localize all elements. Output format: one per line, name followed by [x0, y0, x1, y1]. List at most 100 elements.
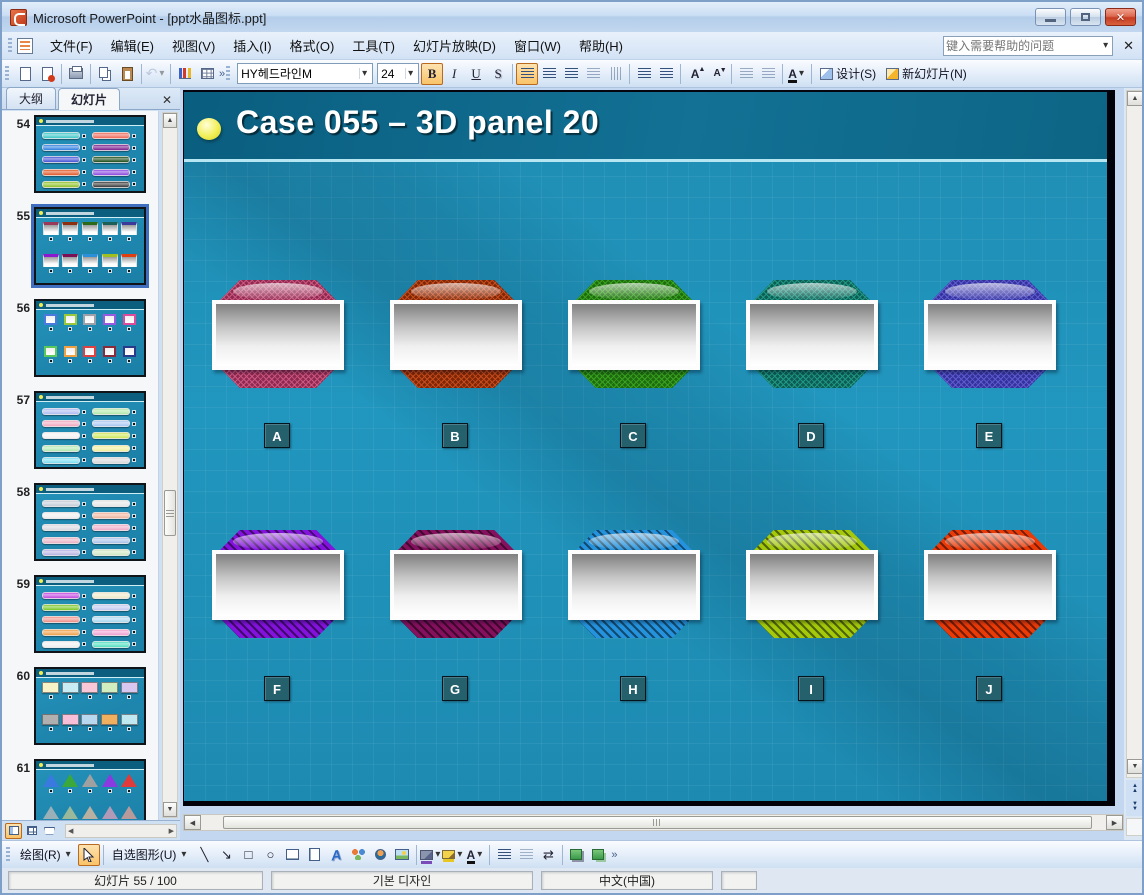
vertical-text-button[interactable]	[604, 63, 626, 85]
bold-button[interactable]: B	[421, 62, 444, 85]
dash-style-button[interactable]	[515, 844, 537, 866]
design-button[interactable]: 设计(S)	[815, 63, 881, 85]
panel-3d-C[interactable]	[568, 280, 700, 388]
menubar-close-icon[interactable]: ✕	[1123, 38, 1134, 54]
scroll-left-icon[interactable]: ◀	[68, 827, 73, 835]
autoshapes-button[interactable]: 自选图形(U) ▾	[107, 844, 194, 866]
tab-outline[interactable]: 大纲	[6, 87, 57, 109]
increase-indent-button[interactable]	[757, 63, 779, 85]
restore-button[interactable]	[1070, 8, 1101, 26]
panel-3d-G[interactable]	[390, 530, 522, 638]
menu-item-3[interactable]: 插入(I)	[224, 33, 280, 58]
line-style-button[interactable]	[493, 844, 515, 866]
scroll-down-icon[interactable]: ▼	[1127, 759, 1142, 774]
vertical-text-box-button[interactable]	[303, 844, 325, 866]
panel-3d-A[interactable]	[212, 280, 344, 388]
minimize-button[interactable]	[1035, 8, 1066, 26]
font-name-dropdown-icon[interactable]: ▾	[359, 68, 369, 79]
vertical-scroll-track[interactable]: ▲ ▼	[1126, 90, 1142, 778]
3d-style-button[interactable]	[588, 844, 610, 866]
slide-thumbnail-56[interactable]	[34, 299, 146, 377]
horizontal-scroll-thumb[interactable]	[223, 816, 1092, 829]
slide-thumbnail-58[interactable]	[34, 483, 146, 561]
slide-sorter-button[interactable]	[23, 823, 40, 839]
menu-item-8[interactable]: 帮助(H)	[570, 33, 632, 58]
tab-slides[interactable]: 幻灯片	[58, 88, 121, 110]
toolbar-grip[interactable]	[5, 65, 9, 82]
italic-button[interactable]: I	[443, 63, 465, 85]
font-color-dropdown-icon[interactable]: ▾	[797, 68, 806, 79]
toolbar-overflow-icon[interactable]: »	[610, 849, 618, 861]
fill-color-button[interactable]: ▾	[420, 844, 442, 866]
panel-3d-F[interactable]	[212, 530, 344, 638]
vertical-scrollbar[interactable]: ▲ ▼ ▲ ▲ ▼ ▼	[1124, 88, 1142, 840]
horizontal-scrollbar[interactable]: ◀ ▶	[183, 814, 1124, 831]
decrease-font-button[interactable]: A ▼	[706, 63, 728, 85]
slide-thumbnail-60[interactable]	[34, 667, 146, 745]
slide-thumbnail-61[interactable]	[34, 759, 146, 820]
text-box-button[interactable]	[281, 844, 303, 866]
select-objects-button[interactable]	[77, 843, 100, 866]
print-button[interactable]	[65, 63, 87, 85]
scroll-down-icon[interactable]: ▼	[163, 802, 177, 817]
scroll-right-icon[interactable]: ▶	[1106, 815, 1123, 830]
distribute-button[interactable]	[582, 63, 604, 85]
clip-art-button[interactable]	[369, 844, 391, 866]
pane-scrollbar-thumb[interactable]	[164, 490, 176, 536]
panel-3d-H[interactable]	[568, 530, 700, 638]
help-search-input[interactable]	[946, 38, 1102, 53]
font-size-combo[interactable]: 24 ▾	[377, 63, 420, 84]
help-dropdown-icon[interactable]: ▾	[1101, 40, 1110, 51]
pane-horizontal-scrollbar[interactable]: ◀ ▶	[65, 823, 177, 838]
slide-thumbnail-59[interactable]	[34, 575, 146, 653]
underline-button[interactable]: U	[465, 63, 487, 85]
oval-button[interactable]: ○	[259, 844, 281, 866]
arrow-button[interactable]: ↘	[215, 844, 237, 866]
insert-chart-button[interactable]	[174, 63, 196, 85]
menu-item-0[interactable]: 文件(F)	[41, 33, 102, 58]
undo-button[interactable]: ↶ ▾	[145, 63, 167, 85]
next-slide-button[interactable]: ▼ ▼	[1126, 798, 1142, 816]
menu-item-2[interactable]: 视图(V)	[163, 33, 224, 58]
new-slide-button[interactable]: 新幻灯片(N)	[881, 63, 972, 85]
draw-menu-button[interactable]: 绘图(R) ▾	[15, 844, 78, 866]
draw-font-color-button[interactable]: A ▾	[464, 844, 486, 866]
align-left-button[interactable]	[516, 62, 539, 85]
numbered-list-button[interactable]	[633, 63, 655, 85]
menu-item-5[interactable]: 工具(T)	[343, 33, 404, 58]
decrease-indent-button[interactable]	[735, 63, 757, 85]
scroll-up-icon[interactable]: ▲	[163, 113, 177, 128]
font-color-button[interactable]: A ▾	[786, 63, 808, 85]
menu-item-7[interactable]: 窗口(W)	[505, 33, 570, 58]
open-button[interactable]	[36, 63, 58, 85]
panel-3d-J[interactable]	[924, 530, 1056, 638]
new-button[interactable]	[14, 63, 36, 85]
slide-canvas[interactable]: Case 055 – 3D panel 20 A B C D E F G H I J	[183, 90, 1115, 806]
normal-view-button[interactable]	[5, 822, 22, 839]
scroll-up-icon[interactable]: ▲	[1127, 91, 1142, 106]
shadow-style-button[interactable]	[566, 844, 588, 866]
scroll-right-icon[interactable]: ▶	[169, 827, 174, 835]
panel-3d-D[interactable]	[746, 280, 878, 388]
bullet-list-button[interactable]	[655, 63, 677, 85]
menu-item-6[interactable]: 幻灯片放映(D)	[404, 33, 505, 58]
line-button[interactable]: ╲	[193, 844, 215, 866]
insert-picture-button[interactable]	[391, 844, 413, 866]
increase-font-button[interactable]: A ▲	[684, 63, 706, 85]
wordart-button[interactable]: A	[325, 844, 347, 866]
line-color-button[interactable]: ▾	[442, 844, 464, 866]
horizontal-scroll-track[interactable]	[201, 815, 1106, 830]
slideshow-button[interactable]	[41, 823, 58, 839]
font-name-combo[interactable]: HY헤드라인M ▾	[237, 63, 374, 84]
panel-3d-E[interactable]	[924, 280, 1056, 388]
slide-thumbnail-55[interactable]	[31, 204, 149, 288]
insert-table-button[interactable]	[196, 63, 218, 85]
toolbar-grip[interactable]	[8, 37, 12, 54]
rectangle-button[interactable]: □	[237, 844, 259, 866]
menu-item-1[interactable]: 编辑(E)	[102, 33, 163, 58]
arrow-style-button[interactable]: ⇄	[537, 844, 559, 866]
toolbar-overflow-icon[interactable]: »	[218, 68, 226, 80]
paste-button[interactable]	[116, 63, 138, 85]
slide-thumbnail-54[interactable]	[34, 115, 146, 193]
toolbar-grip[interactable]	[6, 846, 10, 863]
